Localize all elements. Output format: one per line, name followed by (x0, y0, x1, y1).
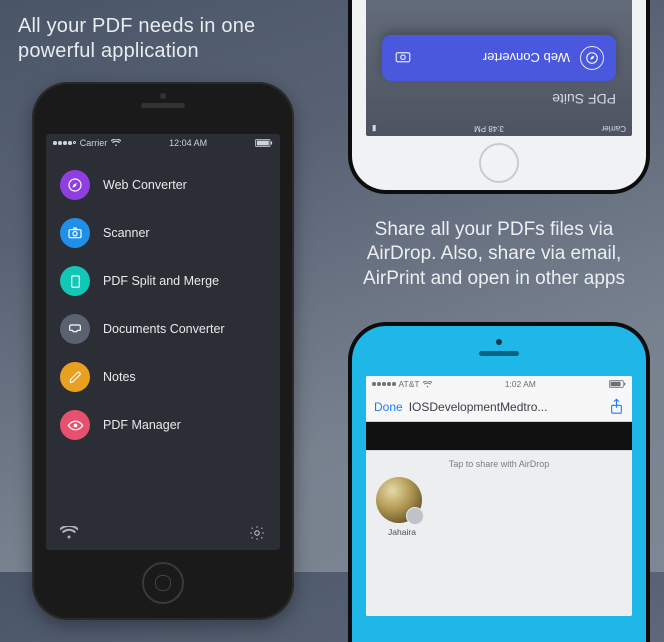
status-time: 3:48 PM (474, 124, 504, 133)
phone-left-screen: Carrier 12:04 AM Web Converter Scanner (46, 134, 280, 550)
main-menu: Web Converter Scanner PDF Split and Merg… (46, 152, 280, 516)
share-sheet: Tap to share with AirDrop Jahaira (366, 450, 632, 616)
battery-icon (255, 139, 273, 147)
phone-earpiece (141, 103, 185, 108)
camera-icon (60, 218, 90, 248)
phone-right-bottom-screen: AT&T 1:02 AM Done IOSDevelopmentMedtro..… (366, 376, 632, 616)
card-label: Web Converter (483, 51, 570, 66)
phone-sensor-dot (160, 93, 166, 99)
status-bar: Carrier 12:04 AM (46, 134, 280, 152)
carrier-label: AT&T (399, 379, 420, 389)
nav-title: IOSDevelopmentMedtro... (409, 400, 603, 414)
menu-item-label: Documents Converter (103, 322, 225, 336)
status-bar: Carrier 3:48 PM ▮ (366, 121, 632, 136)
camera-icon (394, 49, 412, 67)
battery-icon: ▮ (372, 124, 376, 133)
airdrop-contact[interactable]: Jahaira (376, 477, 428, 537)
signal-dots-icon (372, 382, 396, 386)
done-button[interactable]: Done (374, 400, 403, 414)
screen-title: PDF Suite (382, 91, 616, 107)
menu-item-label: Web Converter (103, 178, 187, 192)
menu-item-split-merge[interactable]: PDF Split and Merge (60, 266, 266, 296)
inbox-icon (60, 314, 90, 344)
card-web-converter[interactable]: Web Converter (382, 35, 616, 81)
menu-item-notes[interactable]: Notes (60, 362, 266, 392)
menu-item-scanner[interactable]: Scanner (60, 218, 266, 248)
menu-item-label: Scanner (103, 226, 150, 240)
menu-item-label: Notes (103, 370, 136, 384)
contact-name: Jahaira (376, 527, 428, 537)
phone-sensor-dot (496, 339, 502, 345)
nav-bar: Done IOSDevelopmentMedtro... (366, 392, 632, 422)
menu-item-web-converter[interactable]: Web Converter (60, 170, 266, 200)
signal-dots-icon (53, 141, 76, 145)
carrier-label: Carrier (80, 138, 108, 148)
phone-earpiece (479, 351, 519, 356)
menu-item-pdf-manager[interactable]: PDF Manager (60, 410, 266, 440)
compass-icon (60, 170, 90, 200)
phone-left-frame: Carrier 12:04 AM Web Converter Scanner (32, 82, 294, 620)
wifi-icon (111, 139, 121, 147)
wifi-icon[interactable] (60, 526, 78, 540)
status-time: 1:02 AM (505, 379, 536, 389)
status-time: 12:04 AM (121, 138, 255, 148)
status-bar: AT&T 1:02 AM (366, 376, 632, 392)
menu-item-documents-converter[interactable]: Documents Converter (60, 314, 266, 344)
eye-icon (60, 410, 90, 440)
wifi-icon (423, 381, 432, 388)
home-button[interactable] (479, 143, 519, 183)
home-button[interactable] (142, 562, 184, 604)
pencil-icon (60, 362, 90, 392)
compass-icon (580, 46, 604, 70)
tagline-right: Share all your PDFs files via AirDrop. A… (344, 218, 644, 291)
menu-item-label: PDF Split and Merge (103, 274, 219, 288)
content-preview-bar (366, 422, 632, 450)
file-icon (60, 266, 90, 296)
carrier-label: Carrier (602, 124, 626, 133)
phone-right-top-screen: Carrier 3:48 PM ▮ PDF Suite Web Converte… (366, 0, 632, 136)
share-icon[interactable] (609, 398, 624, 415)
menu-item-label: PDF Manager (103, 418, 181, 432)
tagline-left: All your PDF needs in one powerful appli… (18, 14, 278, 64)
avatar (376, 477, 422, 523)
airdrop-hint: Tap to share with AirDrop (376, 459, 622, 469)
gear-icon[interactable] (248, 524, 266, 542)
bottom-bar (46, 516, 280, 550)
battery-icon (609, 380, 626, 388)
phone-right-top-frame: Carrier 3:48 PM ▮ PDF Suite Web Converte… (348, 0, 650, 194)
